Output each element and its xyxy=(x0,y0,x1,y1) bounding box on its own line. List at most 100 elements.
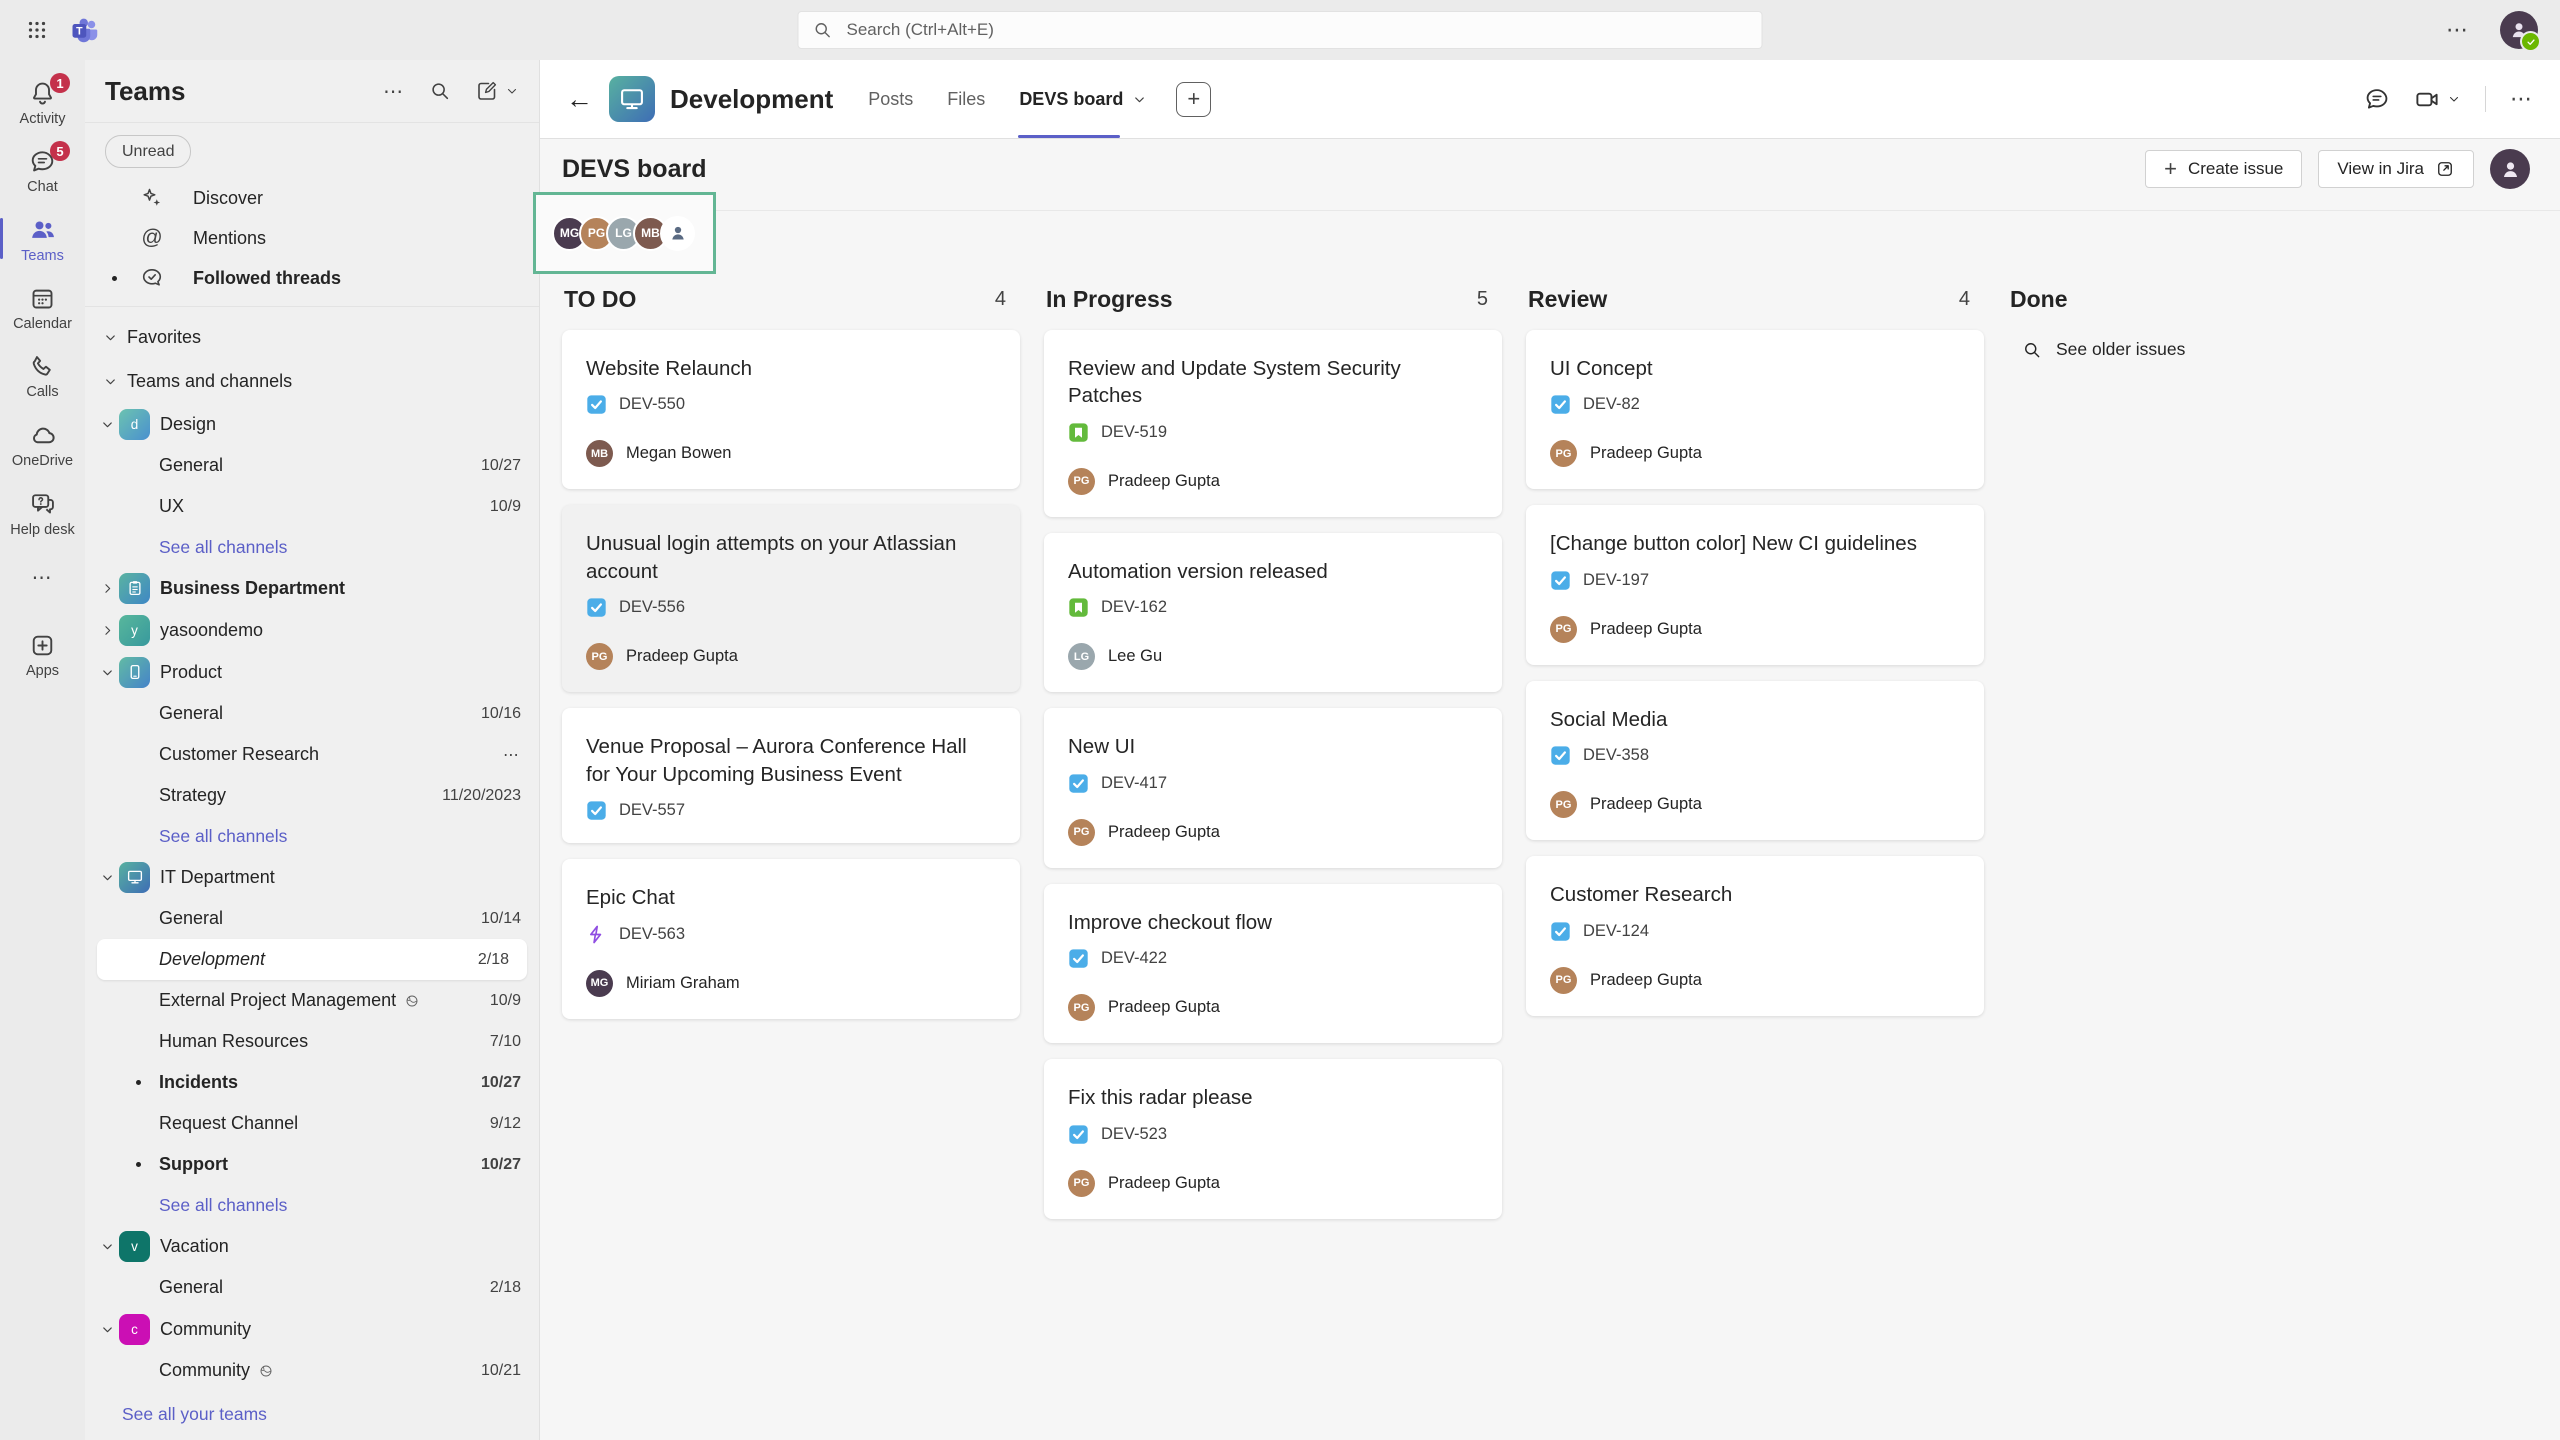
see-all-channels-link[interactable]: See all channels xyxy=(85,816,539,856)
board-user-avatar[interactable] xyxy=(2490,149,2530,189)
rail-item-onedrive[interactable]: OneDrive xyxy=(0,411,85,480)
rail-label: Calendar xyxy=(13,316,72,332)
rail-more-apps[interactable]: ⋯ xyxy=(0,551,85,604)
issue-key: DEV-162 xyxy=(1101,598,1167,617)
search-input[interactable] xyxy=(845,19,1748,41)
rail-item-helpdesk[interactable]: Help desk xyxy=(0,480,85,549)
issue-card[interactable]: Review and Update System Security Patche… xyxy=(1044,330,1502,517)
channel-community-community[interactable]: Community 10/21 xyxy=(85,1350,539,1391)
task-icon xyxy=(1068,1124,1089,1145)
issue-card[interactable]: Unusual login attempts on your Atlassian… xyxy=(562,505,1020,692)
task-icon xyxy=(1550,570,1571,591)
team-vacation[interactable]: v Vacation xyxy=(85,1225,539,1267)
issue-card[interactable]: Venue Proposal – Aurora Conference Hall … xyxy=(562,708,1020,843)
section-favorites[interactable]: Favorites xyxy=(85,315,539,359)
channel-more-icon[interactable]: ⋯ xyxy=(2510,86,2534,112)
global-search[interactable] xyxy=(798,11,1763,49)
assignee-name: Pradeep Gupta xyxy=(1108,823,1220,842)
see-older-issues-link[interactable]: See older issues xyxy=(2008,339,2466,360)
app-launcher-icon[interactable] xyxy=(24,17,50,43)
unread-dot xyxy=(136,1080,141,1085)
sidebar-search-icon[interactable] xyxy=(429,80,451,102)
view-in-jira-button[interactable]: View in Jira xyxy=(2318,150,2474,188)
team-design[interactable]: d Design xyxy=(85,403,539,445)
sidebar-item-mentions[interactable]: @ Mentions xyxy=(85,218,539,258)
channel-name: General xyxy=(159,908,223,929)
sidebar-item-discover[interactable]: Discover xyxy=(85,178,539,218)
phone-icon xyxy=(29,353,56,380)
issue-card[interactable]: [Change button color] New CI guidelines … xyxy=(1526,505,1984,664)
rail-label: Calls xyxy=(26,384,58,400)
rail-item-calls[interactable]: Calls xyxy=(0,343,85,411)
new-message-button[interactable] xyxy=(475,79,519,103)
channel-product-general[interactable]: General 10/16 xyxy=(85,693,539,734)
see-all-your-teams-link[interactable]: See all your teams xyxy=(85,1391,539,1437)
sidebar-more-icon[interactable]: ⋯ xyxy=(383,79,405,104)
avatar: PG xyxy=(1550,791,1577,818)
add-tab-button[interactable]: + xyxy=(1176,82,1211,117)
rail-item-teams[interactable]: Teams xyxy=(0,206,85,275)
avatar: LG xyxy=(1068,643,1095,670)
channel-design-general[interactable]: General 10/27 xyxy=(85,445,539,486)
rail-item-apps[interactable]: Apps xyxy=(0,622,85,690)
rail-item-calendar[interactable]: Calendar xyxy=(0,275,85,343)
team-it-department[interactable]: IT Department xyxy=(85,856,539,898)
channel-product-strategy[interactable]: Strategy 11/20/2023 xyxy=(85,775,539,816)
tab-devs-board[interactable]: DEVS board xyxy=(1002,60,1164,138)
issue-card[interactable]: UI Concept DEV-82 PG Pradeep Gupta xyxy=(1526,330,1984,489)
unread-filter-pill[interactable]: Unread xyxy=(105,135,191,168)
chevron-down-icon xyxy=(103,374,118,389)
team-name: Business Department xyxy=(160,578,345,599)
see-all-channels-link[interactable]: See all channels xyxy=(85,527,539,567)
channel-design-ux[interactable]: UX 10/9 xyxy=(85,486,539,527)
issue-card[interactable]: Customer Research DEV-124 PG Pradeep Gup… xyxy=(1526,856,1984,1015)
channel-it-request-channel[interactable]: Request Channel 9/12 xyxy=(85,1103,539,1144)
channel-timestamp: 10/27 xyxy=(481,1156,521,1174)
channel-it-human-resources[interactable]: Human Resources 7/10 xyxy=(85,1021,539,1062)
sidebar-item-label: Discover xyxy=(193,188,263,209)
column-in-progress: In Progress 5 Review and Update System S… xyxy=(1044,279,1502,1219)
channel-it-support[interactable]: Support 10/27 xyxy=(85,1144,539,1185)
channel-it-incidents[interactable]: Incidents 10/27 xyxy=(85,1062,539,1103)
issue-card[interactable]: Automation version released DEV-162 LG L… xyxy=(1044,533,1502,692)
issue-card[interactable]: Social Media DEV-358 PG Pradeep Gupta xyxy=(1526,681,1984,840)
plus-icon: + xyxy=(2164,158,2177,180)
issue-card[interactable]: Epic Chat DEV-563 MG Miriam Graham xyxy=(562,859,1020,1018)
user-avatar[interactable] xyxy=(2500,11,2538,49)
channel-it-development[interactable]: Development 2/18 xyxy=(97,939,527,980)
chevron-down-icon xyxy=(97,1322,118,1337)
channel-vacation-general[interactable]: General 2/18 xyxy=(85,1267,539,1308)
sidebar-item-followed-threads[interactable]: Followed threads xyxy=(85,258,539,298)
column-count: 4 xyxy=(995,288,1018,311)
issue-card[interactable]: Improve checkout flow DEV-422 PG Pradeep… xyxy=(1044,884,1502,1043)
create-issue-button[interactable]: + Create issue xyxy=(2145,150,2302,188)
rail-label: Help desk xyxy=(10,522,74,538)
issue-key: DEV-519 xyxy=(1101,423,1167,442)
channel-product-customer-research[interactable]: Customer Research ⋯ xyxy=(85,734,539,775)
issue-card[interactable]: Website Relaunch DEV-550 MB Megan Bowen xyxy=(562,330,1020,489)
team-business-department[interactable]: Business Department xyxy=(85,567,539,609)
team-product[interactable]: Product xyxy=(85,651,539,693)
channel-chat-icon[interactable] xyxy=(2364,86,2390,112)
channel-more-icon[interactable]: ⋯ xyxy=(503,745,521,765)
rail-item-chat[interactable]: 5 Chat xyxy=(0,138,85,206)
issue-card[interactable]: New UI DEV-417 PG Pradeep Gupta xyxy=(1044,708,1502,867)
main-pane: ← Development Posts Files DEVS board + xyxy=(540,60,2560,1440)
topbar-more-icon[interactable]: ⋯ xyxy=(2446,17,2470,43)
tab-files[interactable]: Files xyxy=(930,60,1002,138)
channel-it-general[interactable]: General 10/14 xyxy=(85,898,539,939)
avatar: PG xyxy=(1068,468,1095,495)
meet-now-button[interactable] xyxy=(2414,86,2461,113)
rail-item-activity[interactable]: 1 Activity xyxy=(0,70,85,138)
section-teams-and-channels[interactable]: Teams and channels xyxy=(85,359,539,403)
external-link-icon xyxy=(2435,159,2455,179)
tab-posts[interactable]: Posts xyxy=(851,60,930,138)
channel-it-external-project-management[interactable]: External Project Management 10/9 xyxy=(85,980,539,1021)
see-all-channels-link[interactable]: See all channels xyxy=(85,1185,539,1225)
back-arrow-icon[interactable]: ← xyxy=(566,84,593,115)
channel-name: Community xyxy=(159,1360,250,1381)
team-community[interactable]: c Community xyxy=(85,1308,539,1350)
issue-card[interactable]: Fix this radar please DEV-523 PG Pradeep… xyxy=(1044,1059,1502,1218)
team-yasoondemo[interactable]: y yasoondemo xyxy=(85,609,539,651)
board-members-highlight[interactable]: MG PG LG MB xyxy=(533,192,716,274)
